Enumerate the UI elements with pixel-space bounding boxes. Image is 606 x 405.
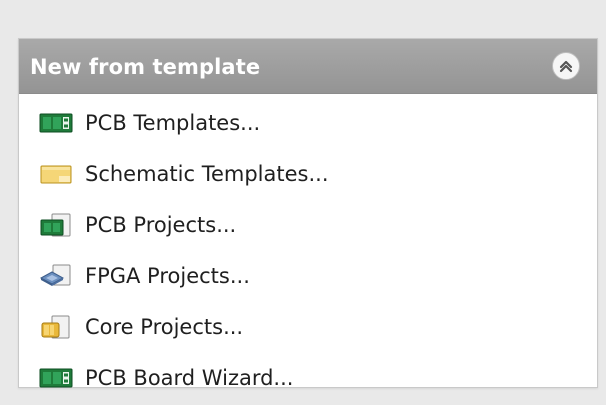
- double-chevron-up-icon: [559, 60, 573, 73]
- core-projects-item[interactable]: Core Projects...: [39, 311, 243, 343]
- fpga-projects-item[interactable]: FPGA Projects...: [39, 260, 250, 292]
- schematic-templates-item[interactable]: Schematic Templates...: [39, 158, 329, 190]
- item-label: PCB Projects...: [85, 213, 237, 237]
- fpga-icon: [39, 264, 73, 288]
- new-from-template-panel: New from template PCB Templates... Schem…: [18, 38, 598, 390]
- item-label: PCB Board Wizard...: [85, 366, 294, 390]
- pcb-templates-item[interactable]: PCB Templates...: [39, 107, 260, 139]
- collapse-button[interactable]: [552, 52, 580, 80]
- pcb-projects-item[interactable]: PCB Projects...: [39, 209, 236, 241]
- panel-title: New from template: [30, 55, 261, 79]
- item-label: PCB Templates...: [85, 111, 261, 135]
- panel-header: New from template: [19, 39, 597, 94]
- item-label: Core Projects...: [85, 315, 244, 339]
- schematic-icon: [39, 162, 73, 186]
- item-label: FPGA Projects...: [85, 264, 250, 288]
- core-project-icon: [39, 315, 73, 339]
- item-label: Schematic Templates...: [85, 162, 329, 186]
- pcb-wizard-icon: [39, 366, 73, 390]
- pcb-icon: [39, 111, 73, 135]
- pcb-project-icon: [39, 213, 73, 237]
- pcb-board-wizard-item[interactable]: PCB Board Wizard...: [39, 362, 293, 394]
